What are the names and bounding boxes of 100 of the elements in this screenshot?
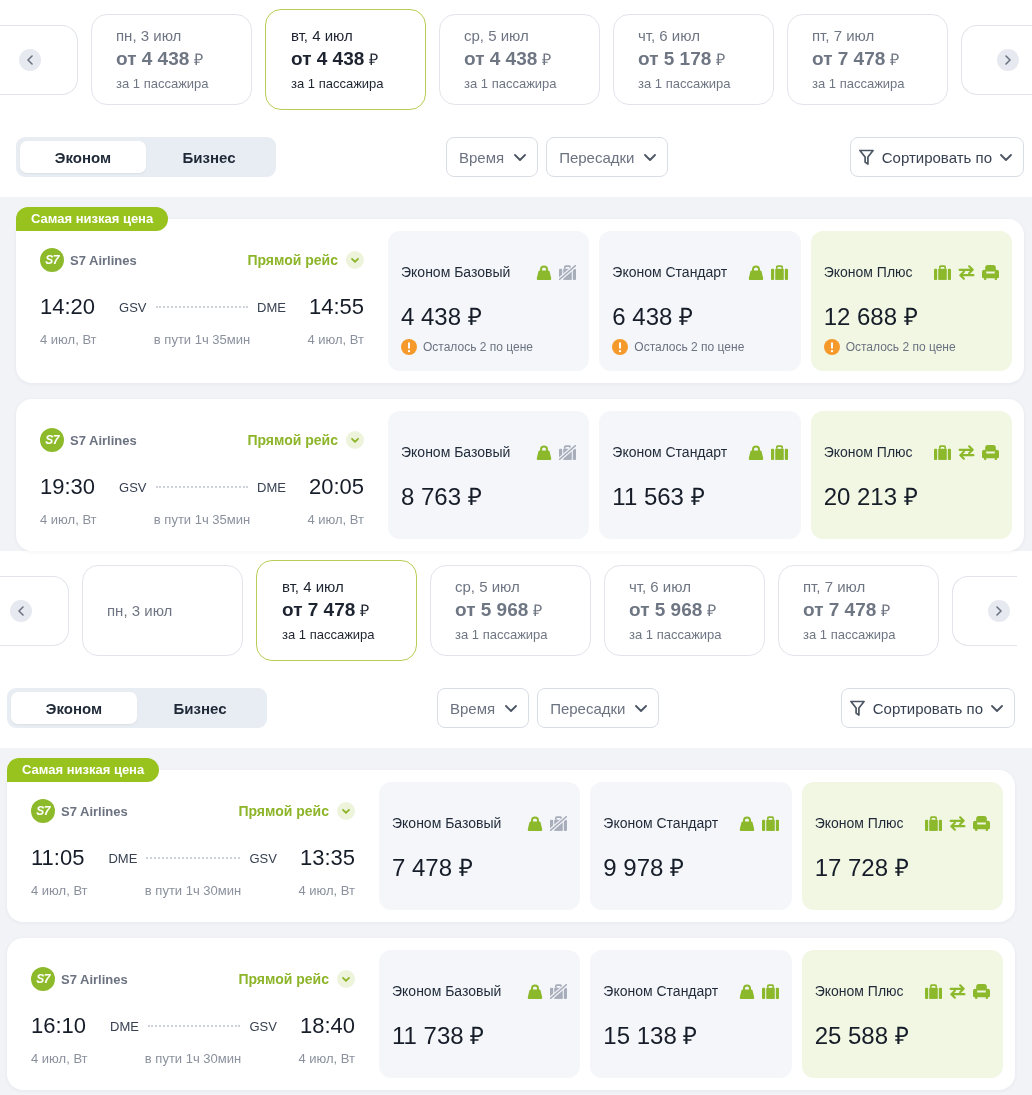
currency-sign: ₽ — [716, 49, 726, 70]
price-text: от 5 178 — [638, 46, 712, 71]
departure-airport: GSV — [119, 299, 147, 315]
fare-name: Эконом Стандарт — [603, 815, 719, 831]
currency-sign: ₽ — [881, 600, 891, 621]
date-card[interactable]: вт, 4 июл от 4 438 ₽ за 1 пассажира — [265, 9, 426, 110]
previous-dates-button[interactable] — [19, 48, 41, 71]
chevron-down-icon — [514, 153, 527, 161]
arrival-time: 13:35 — [299, 845, 355, 871]
chevron-left-icon — [18, 605, 24, 616]
date-label: вт, 4 июл — [291, 25, 353, 46]
fare-option[interactable]: Эконом Плюс 12 688 ₽ Осталось 2 по цене — [810, 231, 1012, 371]
flight-duration: в пути 1ч 35мин — [153, 512, 251, 528]
arrival-time: 14:55 — [308, 294, 364, 320]
chevron-down-icon — [337, 802, 355, 820]
chevron-down-icon — [644, 153, 657, 161]
arrival-airport: DME — [257, 479, 286, 495]
date-label: чт, 6 июл — [629, 576, 691, 597]
fare-name: Эконом Стандарт — [612, 444, 728, 460]
chevron-down-icon — [505, 704, 518, 712]
lowest-price-badge: Самая низкая цена — [7, 758, 160, 782]
per-passenger-note: за 1 пассажира — [291, 74, 384, 93]
per-passenger-note: за 1 пассажира — [803, 625, 896, 644]
fare-option[interactable]: Эконом Плюс 20 213 ₽ — [810, 411, 1012, 539]
seats-left-note: Осталось 2 по цене — [634, 340, 745, 354]
per-passenger-note: за 1 пассажира — [812, 74, 905, 93]
per-passenger-note: за 1 пассажира — [464, 74, 557, 93]
cabin-class-tab[interactable]: Бизнес — [146, 141, 272, 173]
fare-option[interactable]: Эконом Стандарт 9 978 ₽ — [590, 782, 792, 910]
airline-logo: S7 — [40, 248, 64, 272]
departure-airport: DME — [108, 850, 138, 866]
currency-sign: ₽ — [533, 600, 543, 621]
airline-logo: S7 — [31, 967, 55, 991]
date-card[interactable]: пн, 3 июл — [82, 565, 243, 656]
fare-option[interactable]: Эконом Стандарт 15 138 ₽ — [590, 950, 792, 1078]
fare-option[interactable]: Эконом Плюс 25 588 ₽ — [801, 950, 1003, 1078]
currency-sign: ₽ — [360, 600, 370, 621]
flight-duration: в пути 1ч 30мин — [144, 883, 242, 899]
chevron-down-icon — [346, 431, 364, 449]
per-passenger-note: за 1 пассажира — [282, 625, 375, 644]
date-card[interactable]: пт, 7 июл от 7 478 ₽ за 1 пассажира — [787, 14, 948, 105]
seats-left-note: Осталось 2 по цене — [423, 340, 533, 354]
departure-time: 11:05 — [31, 845, 85, 871]
filter-dropdown[interactable]: Пересадки — [546, 137, 669, 177]
date-label: пт, 7 июл — [812, 25, 875, 46]
filter-dropdown[interactable]: Время — [446, 137, 539, 177]
fare-name: Эконом Стандарт — [603, 983, 719, 999]
next-dates-button[interactable] — [988, 599, 1010, 622]
fare-option[interactable]: Эконом Стандарт 6 438 ₽ Осталось 2 по цене — [599, 231, 801, 371]
date-card[interactable]: пт, 7 июл от 7 478 ₽ за 1 пассажира — [778, 565, 939, 656]
fare-option[interactable]: Эконом Плюс 17 728 ₽ — [801, 782, 1003, 910]
date-card[interactable]: чт, 6 июл от 5 178 ₽ за 1 пассажира — [613, 14, 774, 105]
arrival-time: 18:40 — [299, 1013, 355, 1039]
date-card[interactable]: чт, 6 июл от 5 968 ₽ за 1 пассажира — [604, 565, 765, 656]
lowest-price-badge: Самая низкая цена — [16, 207, 169, 231]
fare-option[interactable]: Эконом Базовый 7 478 ₽ — [379, 782, 581, 910]
fare-option[interactable]: Эконом Стандарт 11 563 ₽ — [599, 411, 801, 539]
currency-sign: ₽ — [542, 49, 552, 70]
fare-price: 6 438 ₽ — [612, 303, 694, 331]
date-card[interactable]: пн, 3 июл от 4 438 ₽ за 1 пассажира — [91, 14, 252, 105]
arrival-date: 4 июл, Вт — [298, 883, 355, 899]
arrival-airport: DME — [257, 299, 286, 315]
warning-icon — [401, 339, 417, 355]
filter-dropdown[interactable]: Время — [437, 688, 530, 728]
next-dates-button[interactable] — [997, 48, 1019, 71]
per-passenger-note: за 1 пассажира — [455, 625, 548, 644]
fare-price: 25 588 ₽ — [814, 1022, 909, 1050]
flight-duration: в пути 1ч 30мин — [144, 1051, 242, 1067]
date-label: пн, 3 июл — [107, 601, 173, 621]
arrival-date: 4 июл, Вт — [298, 1051, 355, 1067]
cabin-class-tab[interactable]: Эконом — [20, 141, 146, 173]
date-label: чт, 6 июл — [638, 25, 700, 46]
filter-dropdown[interactable]: Пересадки — [537, 688, 660, 728]
price-text: от 5 968 — [629, 597, 703, 622]
fare-option[interactable]: Эконом Базовый 11 738 ₽ — [379, 950, 581, 1078]
cabin-class-tab[interactable]: Бизнес — [137, 692, 263, 724]
date-label: ср, 5 июл — [464, 25, 529, 46]
sort-dropdown[interactable]: Сортировать по — [840, 688, 1015, 728]
date-card[interactable]: ср, 5 июл от 5 968 ₽ за 1 пассажира — [430, 565, 591, 656]
date-card[interactable]: ср, 5 июл от 4 438 ₽ за 1 пассажира — [439, 14, 600, 105]
chevron-right-icon — [996, 605, 1002, 616]
departure-airport: GSV — [119, 479, 147, 495]
departure-date: 4 июл, Вт — [31, 883, 88, 899]
arrival-airport: GSV — [249, 1018, 277, 1034]
airline-name: S7 Airlines — [61, 971, 128, 987]
date-card[interactable]: вт, 4 июл от 7 478 ₽ за 1 пассажира — [256, 560, 417, 661]
currency-sign: ₽ — [194, 49, 204, 70]
filter-icon — [858, 148, 874, 166]
airline-name: S7 Airlines — [70, 432, 137, 448]
sort-dropdown[interactable]: Сортировать по — [849, 137, 1024, 177]
departure-time: 19:30 — [40, 474, 96, 500]
fare-option[interactable]: Эконом Базовый 8 763 ₽ — [388, 411, 590, 539]
fare-option[interactable]: Эконом Базовый 4 438 ₽ Осталось 2 по цене — [388, 231, 590, 371]
chevron-left-icon — [27, 54, 33, 65]
previous-dates-button[interactable] — [10, 599, 32, 622]
price-text: от 4 438 — [116, 46, 190, 71]
fare-price: 8 763 ₽ — [401, 483, 482, 511]
cabin-class-tab[interactable]: Эконом — [11, 692, 137, 724]
fare-price: 11 563 ₽ — [612, 483, 705, 511]
date-label: пн, 3 июл — [116, 25, 182, 46]
